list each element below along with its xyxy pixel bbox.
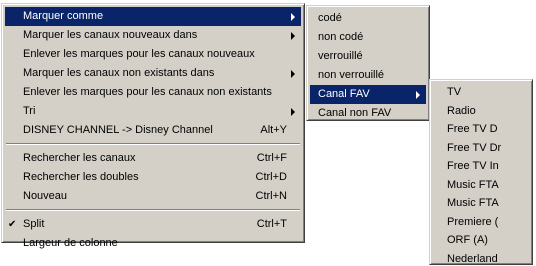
- menu-item-enlever-non-existants[interactable]: Enlever les marques pour les canaux non …: [5, 83, 301, 102]
- menu-item-largeur-colonne[interactable]: Largeur de colonne: [5, 234, 301, 253]
- fav-list-item[interactable]: Nederland: [433, 250, 529, 266]
- menu-separator: [5, 206, 301, 215]
- menu-item-label: Rechercher les canaux: [23, 152, 136, 164]
- menu-item-label: codé: [318, 12, 342, 24]
- menu-item-label: TV: [447, 86, 462, 98]
- menu-item-label: non verrouillé: [318, 69, 385, 81]
- fav-list-item[interactable]: Radio: [433, 102, 529, 121]
- menu-item-label: Enlever les marques pour les canaux non …: [23, 86, 272, 98]
- menu-item-tri[interactable]: Tri: [5, 102, 301, 121]
- menu-item-label: Radio: [447, 104, 476, 117]
- menu-item-label: Nederland: [447, 252, 498, 265]
- menu-item-label: Nouveau: [23, 190, 68, 202]
- menu-item-split[interactable]: ✔ Split Ctrl+T: [5, 215, 301, 234]
- submenu-arrow-icon: [291, 70, 295, 78]
- submenu-item-non-code[interactable]: non codé: [310, 28, 426, 47]
- menu-item-enlever-nouveaux[interactable]: Enlever les marques pour les canaux nouv…: [5, 45, 301, 64]
- submenu-item-canal-non-fav[interactable]: Canal non FAV: [310, 104, 426, 123]
- submenu-item-non-verrouille[interactable]: non verrouillé: [310, 66, 426, 85]
- menu-item-nouveau[interactable]: Nouveau Ctrl+N: [5, 187, 301, 206]
- submenu-arrow-icon: [291, 13, 295, 21]
- menu-separator: [5, 140, 301, 149]
- menu-item-label: Canal non FAV: [318, 107, 392, 119]
- fav-list-item[interactable]: Free TV In: [433, 157, 529, 176]
- submenu-item-canal-fav[interactable]: Canal FAV: [310, 85, 426, 104]
- fav-list-item[interactable]: Music FTA: [433, 194, 529, 213]
- menu-item-shortcut: Alt+Y: [260, 124, 287, 136]
- submenu-canal-fav: TV Radio Free TV D Free TV Dr Free TV In…: [429, 79, 533, 265]
- menu-item-label: Split: [23, 218, 45, 230]
- menu-item-label: ORF (A): [447, 234, 488, 246]
- menu-item-shortcut: Ctrl+D: [255, 171, 287, 183]
- submenu-arrow-icon: [416, 91, 420, 99]
- menu-item-disney-channel[interactable]: DISNEY CHANNEL -> Disney Channel Alt+Y: [5, 121, 301, 140]
- menu-item-shortcut: Ctrl+T: [256, 218, 287, 230]
- menu-item-label: Largeur de colonne: [23, 237, 118, 249]
- menu-item-marquer-comme[interactable]: Marquer comme: [5, 7, 301, 26]
- submenu-item-code[interactable]: codé: [310, 9, 426, 28]
- submenu-arrow-icon: [291, 32, 295, 40]
- menu-item-label: verrouillé: [318, 50, 363, 62]
- menu-item-label: Music FTA: [447, 178, 499, 191]
- menu-item-label: Tri: [23, 105, 36, 117]
- menu-item-label: Free TV Dr: [447, 141, 502, 154]
- menu-item-label: Marquer les canaux nouveaux dans: [23, 29, 198, 41]
- menu-item-label: Marquer comme: [23, 10, 104, 22]
- fav-list-item[interactable]: TV: [433, 83, 529, 102]
- menu-item-shortcut: Ctrl+F: [256, 152, 287, 164]
- fav-list-item[interactable]: Premiere (: [433, 213, 529, 232]
- menu-item-label: Canal FAV: [318, 88, 370, 100]
- fav-list-item[interactable]: Free TV D: [433, 120, 529, 139]
- menu-item-rechercher-doubles[interactable]: Rechercher les doubles Ctrl+D: [5, 168, 301, 187]
- menu-item-label: Rechercher les doubles: [23, 171, 139, 183]
- checkmark-icon: ✔: [8, 219, 17, 230]
- menu-item-marquer-non-existants[interactable]: Marquer les canaux non existants dans: [5, 64, 301, 83]
- context-menu-stage: Marquer comme Marquer les canaux nouveau…: [0, 0, 536, 266]
- fav-list-item[interactable]: Music FTA: [433, 176, 529, 195]
- menu-item-label: Premiere (: [447, 215, 499, 228]
- menu-item-shortcut: Ctrl+N: [255, 190, 287, 202]
- menu-item-label: DISNEY CHANNEL -> Disney Channel: [23, 124, 213, 136]
- submenu-arrow-icon: [291, 108, 295, 116]
- menu-item-label: Music FTA: [447, 197, 499, 209]
- submenu-marquer-comme: codé non codé verrouillé non verrouillé …: [306, 5, 430, 121]
- fav-list-item[interactable]: ORF (A): [433, 231, 529, 250]
- menu-item-label: non codé: [318, 31, 364, 43]
- menu-item-label: Free TV In: [447, 160, 499, 172]
- menu-item-label: Marquer les canaux non existants dans: [23, 67, 215, 79]
- menu-item-marquer-nouveaux[interactable]: Marquer les canaux nouveaux dans: [5, 26, 301, 45]
- context-menu: Marquer comme Marquer les canaux nouveau…: [1, 3, 305, 249]
- submenu-item-verrouille[interactable]: verrouillé: [310, 47, 426, 66]
- fav-list-item[interactable]: Free TV Dr: [433, 139, 529, 158]
- menu-item-label: Enlever les marques pour les canaux nouv…: [23, 48, 255, 60]
- menu-item-rechercher-canaux[interactable]: Rechercher les canaux Ctrl+F: [5, 149, 301, 168]
- menu-item-label: Free TV D: [447, 123, 498, 135]
